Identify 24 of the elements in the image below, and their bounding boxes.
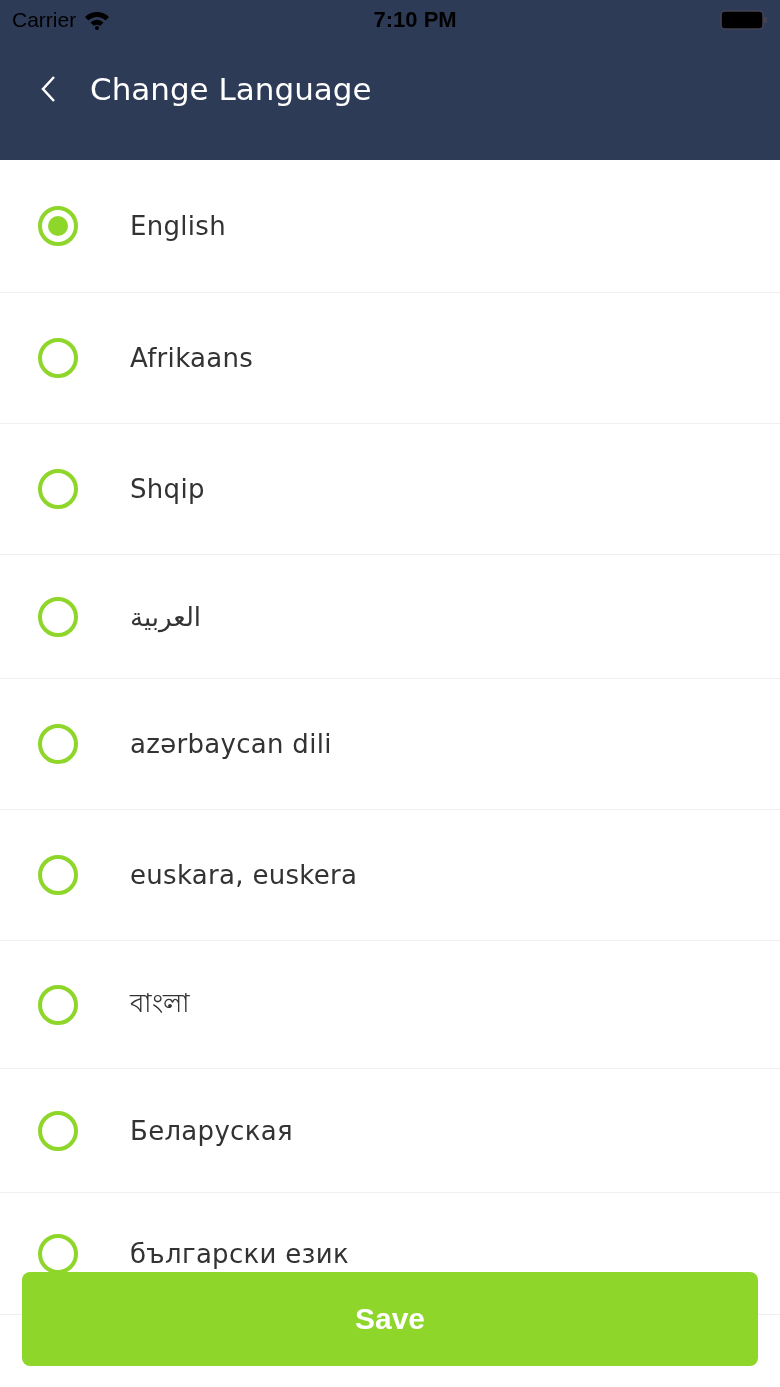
language-label: Беларуская (130, 1115, 293, 1146)
wifi-icon (84, 10, 111, 30)
radio-button[interactable] (38, 855, 78, 895)
language-label: English (130, 211, 226, 241)
back-icon[interactable] (40, 75, 56, 103)
language-label: বাংলা (130, 986, 191, 1020)
clock-time: 7:10 PM (373, 7, 457, 33)
radio-button[interactable] (38, 596, 78, 637)
language-label: Afrikaans (130, 343, 254, 373)
radio-button[interactable] (38, 984, 78, 1025)
language-label: العربية (130, 601, 202, 632)
language-label: euskara, euskera (130, 860, 358, 890)
radio-button[interactable] (38, 206, 78, 246)
language-label: български език (130, 1238, 349, 1269)
page-title: Change Language (90, 71, 372, 107)
radio-button[interactable] (38, 1110, 78, 1151)
language-label: Shqip (130, 474, 205, 504)
radio-button[interactable] (38, 338, 78, 378)
battery-icon (720, 10, 768, 30)
language-label: azərbaycan dili (130, 729, 332, 759)
save-button[interactable]: Save (22, 1272, 758, 1366)
carrier-label: Carrier (12, 8, 77, 32)
radio-button[interactable] (38, 724, 78, 764)
radio-button[interactable] (38, 469, 78, 509)
